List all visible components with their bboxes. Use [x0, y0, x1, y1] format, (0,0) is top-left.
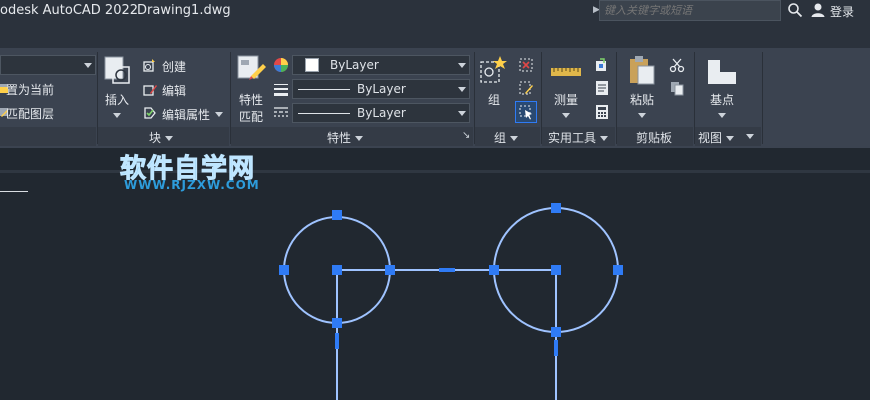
- color-value: ByLayer: [330, 58, 379, 72]
- properties-panel-title[interactable]: 特性: [327, 129, 364, 146]
- id-point-icon[interactable]: [594, 80, 610, 96]
- midpoint-grip[interactable]: [335, 333, 339, 349]
- paste-dropdown-arrow[interactable]: [638, 108, 646, 122]
- insert-block-icon[interactable]: [101, 54, 133, 86]
- measure-button[interactable]: 测量: [554, 91, 578, 108]
- match-properties-icon[interactable]: [235, 54, 267, 86]
- search-input[interactable]: [604, 2, 774, 18]
- edit-block-button[interactable]: 编辑: [162, 82, 186, 99]
- edit-attributes-button[interactable]: 编辑属性: [162, 106, 210, 123]
- lineweight-value: ByLayer: [357, 82, 406, 96]
- color-dropdown[interactable]: ByLayer: [292, 55, 470, 75]
- panel-separator: [762, 52, 763, 144]
- match-layer-button[interactable]: 匹配图层: [6, 105, 54, 122]
- search-icon[interactable]: [787, 2, 803, 18]
- base-button[interactable]: 基点: [710, 91, 734, 108]
- create-block-icon: [143, 59, 155, 72]
- properties-dialog-launcher-icon[interactable]: ↘: [462, 130, 470, 141]
- linetype-value: ByLayer: [357, 106, 406, 120]
- measure-icon[interactable]: [550, 54, 582, 86]
- group-button[interactable]: 组: [488, 91, 500, 108]
- edit-attributes-dropdown-arrow[interactable]: [215, 107, 223, 121]
- measure-dropdown-arrow[interactable]: [562, 108, 570, 122]
- grip-handle[interactable]: [551, 265, 561, 275]
- paste-button[interactable]: 粘贴: [630, 91, 654, 108]
- midpoint-grip[interactable]: [439, 268, 455, 272]
- copy-icon[interactable]: [669, 80, 685, 96]
- groups-panel-title[interactable]: 组: [494, 129, 519, 146]
- utilities-panel-title[interactable]: 实用工具: [548, 129, 609, 146]
- file-title: Drawing1.dwg: [137, 3, 231, 18]
- base-point-icon[interactable]: [706, 56, 738, 88]
- edit-attributes-icon: [144, 107, 156, 119]
- color-wheel-icon: [274, 58, 288, 72]
- login-button[interactable]: 登录: [830, 3, 854, 20]
- layer-panel-footer: [0, 127, 96, 146]
- cut-icon[interactable]: [669, 57, 685, 73]
- set-current-layer-button[interactable]: 置为当前: [6, 81, 54, 98]
- color-swatch: [305, 58, 319, 72]
- clipboard-panel-title: 剪贴板: [636, 131, 673, 145]
- group-edit-icon[interactable]: [518, 80, 534, 96]
- grip-handle[interactable]: [551, 203, 561, 213]
- linetype-dropdown[interactable]: ByLayer: [292, 103, 470, 123]
- insert-dropdown-arrow[interactable]: [113, 108, 121, 122]
- lineweight-icon: [274, 84, 288, 96]
- grip-handle[interactable]: [332, 265, 342, 275]
- ungroup-icon[interactable]: [518, 57, 534, 73]
- linetype-icon: [274, 107, 288, 117]
- group-icon[interactable]: [478, 54, 510, 86]
- layer-dropdown[interactable]: [0, 55, 96, 75]
- app-title: odesk AutoCAD 2022: [0, 3, 139, 18]
- group-selection-toggle[interactable]: [515, 101, 537, 123]
- grip-handle[interactable]: [279, 265, 289, 275]
- paste-icon[interactable]: [626, 54, 658, 86]
- view-panel-title[interactable]: 视图: [698, 129, 735, 146]
- grip-handle[interactable]: [489, 265, 499, 275]
- insert-button[interactable]: 插入: [105, 91, 129, 108]
- create-block-button[interactable]: 创建: [162, 58, 186, 75]
- view-panel-extra-arrow[interactable]: [742, 129, 754, 143]
- grip-handle[interactable]: [385, 265, 395, 275]
- match-properties-button-line1[interactable]: 特性: [239, 91, 263, 108]
- match-properties-button-line2[interactable]: 匹配: [239, 108, 263, 125]
- grip-handle[interactable]: [332, 318, 342, 328]
- group-selection-icon: [519, 105, 532, 120]
- user-icon[interactable]: [810, 2, 826, 18]
- base-dropdown-arrow[interactable]: [718, 108, 726, 122]
- block-panel-title[interactable]: 块: [149, 129, 174, 146]
- lineweight-dropdown[interactable]: ByLayer: [292, 79, 470, 99]
- calculator-icon[interactable]: [594, 104, 610, 120]
- grip-handle[interactable]: [332, 210, 342, 220]
- midpoint-grip[interactable]: [554, 340, 558, 356]
- quick-select-icon[interactable]: [594, 57, 610, 73]
- grip-handle[interactable]: [613, 265, 623, 275]
- edit-block-icon: [143, 85, 157, 96]
- grip-handle[interactable]: [551, 327, 561, 337]
- watermark-url: WWW.RJZXW.COM: [124, 178, 260, 192]
